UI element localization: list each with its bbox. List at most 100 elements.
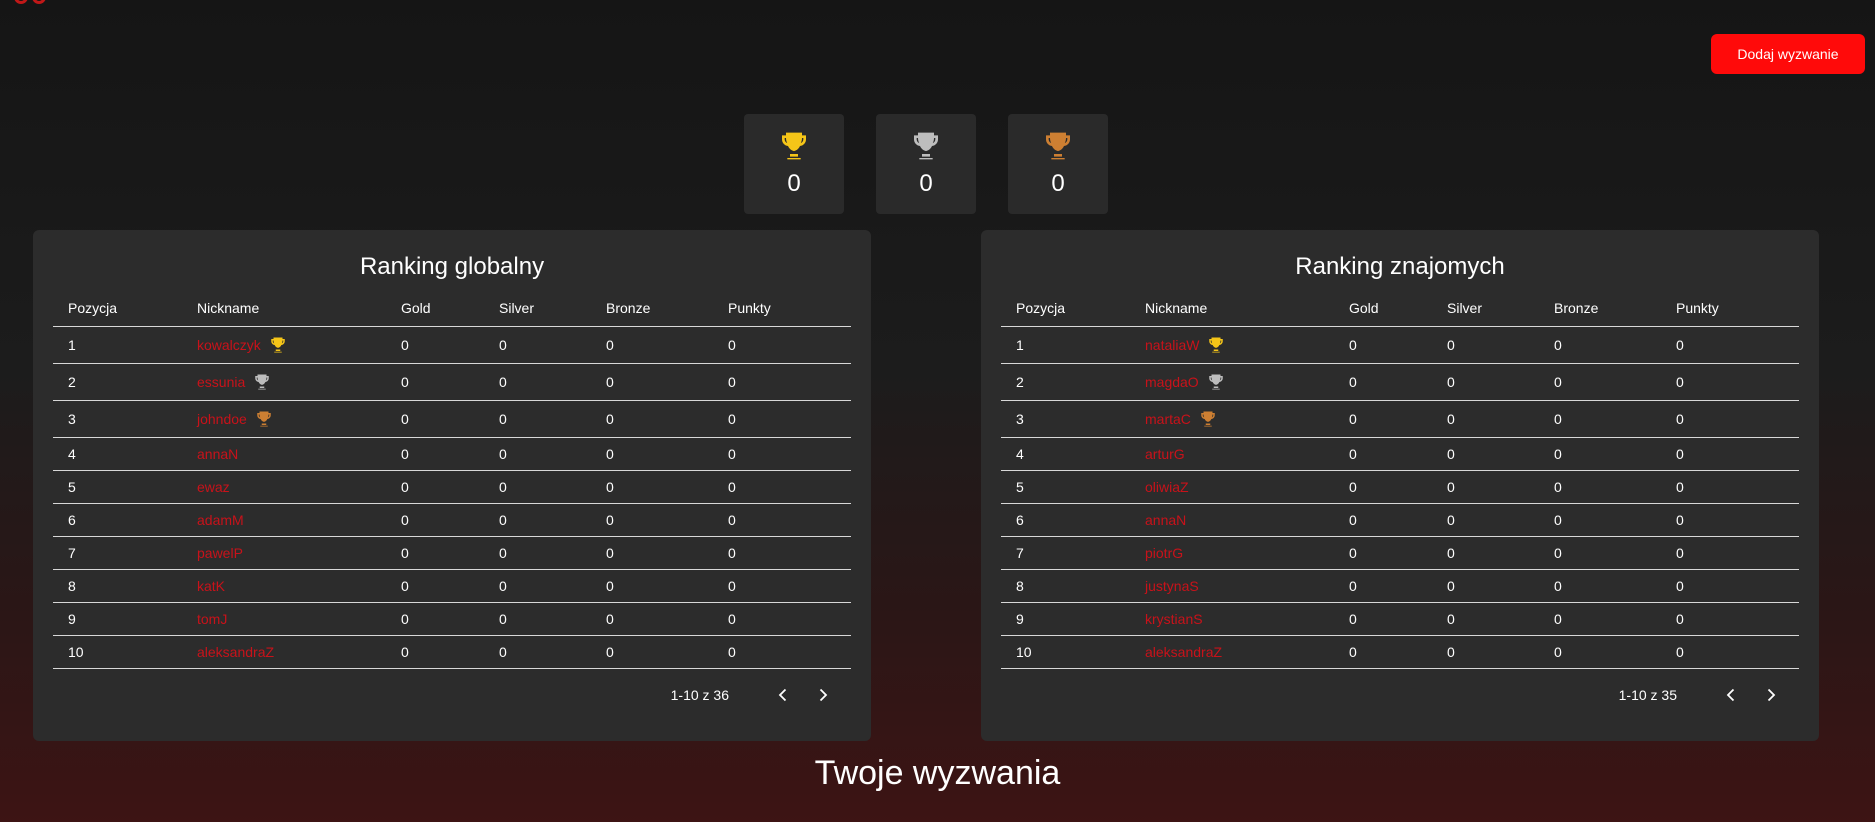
nickname-link[interactable]: arturG [1145,446,1185,462]
bronze-cell: 0 [1554,643,1562,660]
silver-cell: 0 [499,336,507,353]
nickname-cell: aleksandraZ [1130,635,1334,668]
points-cell: 0 [728,511,736,528]
nickname-link[interactable]: aleksandraZ [197,644,274,660]
bronze-cell: 0 [1554,544,1562,561]
trophy-icon [1209,337,1224,352]
points-cell: 0 [1676,577,1684,594]
position-cell: 2 [1016,373,1024,390]
silver-cell: 0 [499,410,507,427]
nickname-cell: justynaS [1130,569,1334,602]
gold-cell: 0 [401,511,409,528]
silver-cell: 0 [1447,544,1455,561]
position-cell: 5 [1016,478,1024,495]
table-row: 9 krystianS 0 0 0 0 [1001,602,1799,635]
position-cell: 8 [68,577,76,594]
bronze-cell: 0 [1554,445,1562,462]
position-cell: 10 [68,643,84,660]
silver-cell: 0 [1447,511,1455,528]
trophy-icon [914,132,938,160]
table-row: 1 kowalczyk 0 0 0 0 [53,326,851,363]
position-cell: 6 [68,511,76,528]
nickname-link[interactable]: kowalczyk [197,337,261,353]
nickname-link[interactable]: martaC [1145,411,1191,427]
column-header-points: Punkty [728,299,771,316]
nickname-link[interactable]: oliwiaZ [1145,479,1189,495]
points-cell: 0 [728,478,736,495]
previous-page-button[interactable] [767,679,799,711]
add-challenge-button[interactable]: Dodaj wyzwanie [1711,34,1865,74]
nickname-link[interactable]: ewaz [197,479,230,495]
nickname-link[interactable]: johndoe [197,411,247,427]
silver-cell: 0 [499,577,507,594]
nickname-cell: arturG [1130,437,1334,470]
position-cell: 3 [1016,410,1024,427]
gold-cell: 0 [401,577,409,594]
position-cell: 1 [1016,336,1024,353]
nickname-link[interactable]: justynaS [1145,578,1199,594]
bronze-cell: 0 [606,373,614,390]
table-row: 5 oliwiaZ 0 0 0 0 [1001,470,1799,503]
gold-cell: 0 [1349,544,1357,561]
nickname-link[interactable]: krystianS [1145,611,1203,627]
nickname-link[interactable]: adamM [197,512,244,528]
trophy-icon [782,132,806,160]
column-header-silver: Silver [499,299,535,316]
nickname-link[interactable]: pawelP [197,545,243,561]
nickname-link[interactable]: nataliaW [1145,337,1199,353]
nickname-link[interactable]: aleksandraZ [1145,644,1222,660]
bronze-cell: 0 [606,445,614,462]
column-header-nickname: Nickname [197,299,260,316]
nickname-link[interactable]: annaN [1145,512,1186,528]
next-page-button[interactable] [807,679,839,711]
trophy-icon [271,337,285,352]
nickname-cell: nataliaW [1130,326,1334,363]
gold-cell: 0 [1349,643,1357,660]
table-row: 10 aleksandraZ 0 0 0 0 [53,635,851,668]
nickname-cell: johndoe [182,400,386,437]
app-logo[interactable] [14,0,58,4]
nickname-link[interactable]: piotrG [1145,545,1183,561]
table-row: 7 piotrG 0 0 0 0 [1001,536,1799,569]
nickname-link[interactable]: katK [197,578,225,594]
pagination: 1-10 z 36 [53,669,851,721]
gold-cell: 0 [1349,511,1357,528]
silver-cell: 0 [499,511,507,528]
column-header-gold: Gold [1349,299,1379,316]
logo-mark [32,0,46,4]
bronze-cell: 0 [606,511,614,528]
points-cell: 0 [1676,610,1684,627]
table-row: 8 justynaS 0 0 0 0 [1001,569,1799,602]
silver-cell: 0 [1447,410,1455,427]
gold-cell: 0 [401,610,409,627]
chevron-right-icon [1767,688,1776,701]
nickname-link[interactable]: tomJ [197,611,227,627]
table-row: 4 arturG 0 0 0 0 [1001,437,1799,470]
gold-cell: 0 [1349,445,1357,462]
silver-cell: 0 [499,478,507,495]
silver-trophy-card: 0 [876,114,976,214]
previous-page-button[interactable] [1715,679,1747,711]
bronze-cell: 0 [606,577,614,594]
nickname-link[interactable]: annaN [197,446,238,462]
nickname-cell: krystianS [1130,602,1334,635]
nickname-link[interactable]: magdaO [1145,374,1199,390]
points-cell: 0 [1676,511,1684,528]
table-row: 3 martaC 0 0 0 0 [1001,400,1799,437]
nickname-link[interactable]: essunia [197,374,245,390]
gold-cell: 0 [1349,410,1357,427]
table-row: 2 essunia 0 0 0 0 [53,363,851,400]
gold-cell: 0 [401,445,409,462]
nickname-cell: piotrG [1130,536,1334,569]
points-cell: 0 [1676,445,1684,462]
table-row: 6 adamM 0 0 0 0 [53,503,851,536]
bronze-cell: 0 [1554,577,1562,594]
table-row: 2 magdaO 0 0 0 0 [1001,363,1799,400]
table-header-row: Pozycja Nickname Gold Silver Bronze Punkty [53,290,851,326]
next-page-button[interactable] [1755,679,1787,711]
table-header-row: Pozycja Nickname Gold Silver Bronze Punkty [1001,290,1799,326]
gold-trophy-count: 0 [787,170,801,197]
silver-cell: 0 [1447,478,1455,495]
silver-cell: 0 [499,643,507,660]
table-body: 1 kowalczyk 0 0 0 0 2 essunia 0 0 0 0 3 johndoe 0 0 0 0 4 a… [53,326,851,668]
